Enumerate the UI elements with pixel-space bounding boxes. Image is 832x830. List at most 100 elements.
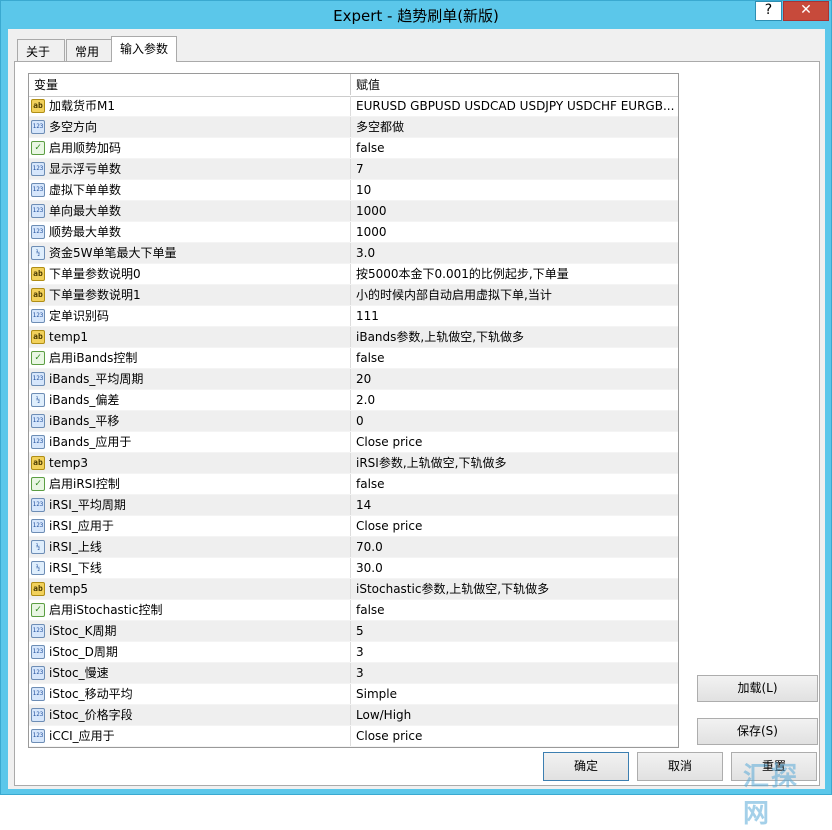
- variable-cell[interactable]: ✓ 启用iBands控制: [29, 348, 351, 368]
- close-button[interactable]: ✕: [783, 1, 829, 21]
- value-cell[interactable]: iRSI参数,上轨做空,下轨做多: [351, 453, 678, 473]
- variable-cell[interactable]: 123 iCCI_应用于: [29, 726, 351, 746]
- table-row[interactable]: 123 虚拟下单单数 10: [29, 180, 678, 201]
- table-row[interactable]: 123 iStoc_移动平均 Simple: [29, 684, 678, 705]
- value-cell[interactable]: 3: [351, 642, 678, 662]
- value-cell[interactable]: 5: [351, 621, 678, 641]
- value-cell[interactable]: 111: [351, 306, 678, 326]
- variable-cell[interactable]: 123 单向最大单数: [29, 201, 351, 221]
- table-row[interactable]: 123 iBands_应用于 Close price: [29, 432, 678, 453]
- tab-common[interactable]: 常用: [66, 39, 112, 61]
- column-header-value[interactable]: 赋值: [351, 74, 678, 95]
- variable-cell[interactable]: 123 iStoc_移动平均: [29, 684, 351, 704]
- variable-cell[interactable]: 123 iStoc_慢速: [29, 663, 351, 683]
- value-cell[interactable]: Close price: [351, 432, 678, 452]
- table-row[interactable]: 123 iRSI_平均周期 14: [29, 495, 678, 516]
- table-row[interactable]: 123 顺势最大单数 1000: [29, 222, 678, 243]
- variable-cell[interactable]: 123 虚拟下单单数: [29, 180, 351, 200]
- value-cell[interactable]: 70.0: [351, 537, 678, 557]
- value-cell[interactable]: Close price: [351, 516, 678, 536]
- value-cell[interactable]: 小的时候内部自动启用虚拟下单,当计: [351, 285, 678, 305]
- load-button[interactable]: 加载(L): [697, 675, 818, 702]
- variable-cell[interactable]: ab temp1: [29, 327, 351, 347]
- table-row[interactable]: ½ iRSI_上线 70.0: [29, 537, 678, 558]
- variable-cell[interactable]: 123 iBands_应用于: [29, 432, 351, 452]
- variable-cell[interactable]: ab temp5: [29, 579, 351, 599]
- table-row[interactable]: 123 iStoc_价格字段 Low/High: [29, 705, 678, 726]
- table-row[interactable]: 123 iStoc_D周期 3: [29, 642, 678, 663]
- value-cell[interactable]: iStochastic参数,上轨做空,下轨做多: [351, 579, 678, 599]
- table-row[interactable]: 123 iRSI_应用于 Close price: [29, 516, 678, 537]
- table-row[interactable]: ab 下单量参数说明0 按5000本金下0.001的比例起步,下单量: [29, 264, 678, 285]
- variable-cell[interactable]: 123 iStoc_D周期: [29, 642, 351, 662]
- table-row[interactable]: ab temp5 iStochastic参数,上轨做空,下轨做多: [29, 579, 678, 600]
- variable-cell[interactable]: 123 定单识别码: [29, 306, 351, 326]
- value-cell[interactable]: 30.0: [351, 558, 678, 578]
- value-cell[interactable]: 3.0: [351, 243, 678, 263]
- value-cell[interactable]: 1000: [351, 201, 678, 221]
- variable-cell[interactable]: ½ 资金5W单笔最大下单量: [29, 243, 351, 263]
- table-row[interactable]: 123 定单识别码 111: [29, 306, 678, 327]
- value-cell[interactable]: Low/High: [351, 705, 678, 725]
- variable-cell[interactable]: 123 iRSI_平均周期: [29, 495, 351, 515]
- variable-cell[interactable]: ✓ 启用顺势加码: [29, 138, 351, 158]
- variable-cell[interactable]: ab 加载货币M1: [29, 96, 351, 116]
- table-row[interactable]: 123 显示浮亏单数 7: [29, 159, 678, 180]
- table-row[interactable]: ½ 资金5W单笔最大下单量 3.0: [29, 243, 678, 264]
- variable-cell[interactable]: ½ iRSI_下线: [29, 558, 351, 578]
- value-cell[interactable]: Close price: [351, 726, 678, 746]
- value-cell[interactable]: 3: [351, 663, 678, 683]
- tab-inputs[interactable]: 输入参数: [111, 36, 177, 62]
- value-cell[interactable]: 1000: [351, 222, 678, 242]
- variable-cell[interactable]: ab 下单量参数说明0: [29, 264, 351, 284]
- value-cell[interactable]: false: [351, 138, 678, 158]
- value-cell[interactable]: Simple: [351, 684, 678, 704]
- variable-cell[interactable]: ½ iBands_偏差: [29, 390, 351, 410]
- table-row[interactable]: ✓ 启用iBands控制 false: [29, 348, 678, 369]
- variable-cell[interactable]: 123 iBands_平移: [29, 411, 351, 431]
- cancel-button[interactable]: 取消: [637, 752, 723, 781]
- help-button[interactable]: ?: [755, 1, 782, 21]
- value-cell[interactable]: 多空都做: [351, 117, 678, 137]
- value-cell[interactable]: false: [351, 348, 678, 368]
- value-cell[interactable]: 20: [351, 369, 678, 389]
- variable-cell[interactable]: 123 iRSI_应用于: [29, 516, 351, 536]
- table-row[interactable]: ab temp1 iBands参数,上轨做空,下轨做多: [29, 327, 678, 348]
- save-button[interactable]: 保存(S): [697, 718, 818, 745]
- variable-cell[interactable]: 123 iStoc_K周期: [29, 621, 351, 641]
- table-row[interactable]: ✓ 启用iStochastic控制 false: [29, 600, 678, 621]
- variable-cell[interactable]: 123 iBands_平均周期: [29, 369, 351, 389]
- value-cell[interactable]: 10: [351, 180, 678, 200]
- value-cell[interactable]: false: [351, 474, 678, 494]
- table-row[interactable]: ab temp3 iRSI参数,上轨做空,下轨做多: [29, 453, 678, 474]
- column-header-variable[interactable]: 变量: [29, 74, 351, 95]
- ok-button[interactable]: 确定: [543, 752, 629, 781]
- table-row[interactable]: ab 加载货币M1 EURUSD GBPUSD USDCAD USDJPY USDC…: [29, 96, 678, 117]
- value-cell[interactable]: 按5000本金下0.001的比例起步,下单量: [351, 264, 678, 284]
- table-row[interactable]: 123 iStoc_K周期 5: [29, 621, 678, 642]
- table-row[interactable]: 123 多空方向 多空都做: [29, 117, 678, 138]
- table-row[interactable]: 123 iCCI_应用于 Close price: [29, 726, 678, 747]
- variable-cell[interactable]: ✓ 启用iStochastic控制: [29, 600, 351, 620]
- variable-cell[interactable]: 123 显示浮亏单数: [29, 159, 351, 179]
- table-row[interactable]: ½ iBands_偏差 2.0: [29, 390, 678, 411]
- variable-cell[interactable]: ab temp3: [29, 453, 351, 473]
- variable-cell[interactable]: ½ iRSI_上线: [29, 537, 351, 557]
- value-cell[interactable]: 7: [351, 159, 678, 179]
- table-row[interactable]: 123 iBands_平移 0: [29, 411, 678, 432]
- variable-cell[interactable]: ✓ 启用iRSI控制: [29, 474, 351, 494]
- table-row[interactable]: 123 单向最大单数 1000: [29, 201, 678, 222]
- table-row[interactable]: 123 iStoc_慢速 3: [29, 663, 678, 684]
- variable-cell[interactable]: 123 iStoc_价格字段: [29, 705, 351, 725]
- value-cell[interactable]: EURUSD GBPUSD USDCAD USDJPY USDCHF EURGB…: [351, 96, 678, 116]
- table-row[interactable]: ab 下单量参数说明1 小的时候内部自动启用虚拟下单,当计: [29, 285, 678, 306]
- value-cell[interactable]: iBands参数,上轨做空,下轨做多: [351, 327, 678, 347]
- variable-cell[interactable]: ab 下单量参数说明1: [29, 285, 351, 305]
- table-row[interactable]: ✓ 启用iRSI控制 false: [29, 474, 678, 495]
- table-row[interactable]: ½ iRSI_下线 30.0: [29, 558, 678, 579]
- table-row[interactable]: ✓ 启用顺势加码 false: [29, 138, 678, 159]
- variable-cell[interactable]: 123 多空方向: [29, 117, 351, 137]
- table-row[interactable]: 123 iBands_平均周期 20: [29, 369, 678, 390]
- value-cell[interactable]: 14: [351, 495, 678, 515]
- parameters-grid[interactable]: 变量 赋值 ab 加载货币M1 EURUSD GBPUSD USDCAD USDJP…: [28, 73, 679, 748]
